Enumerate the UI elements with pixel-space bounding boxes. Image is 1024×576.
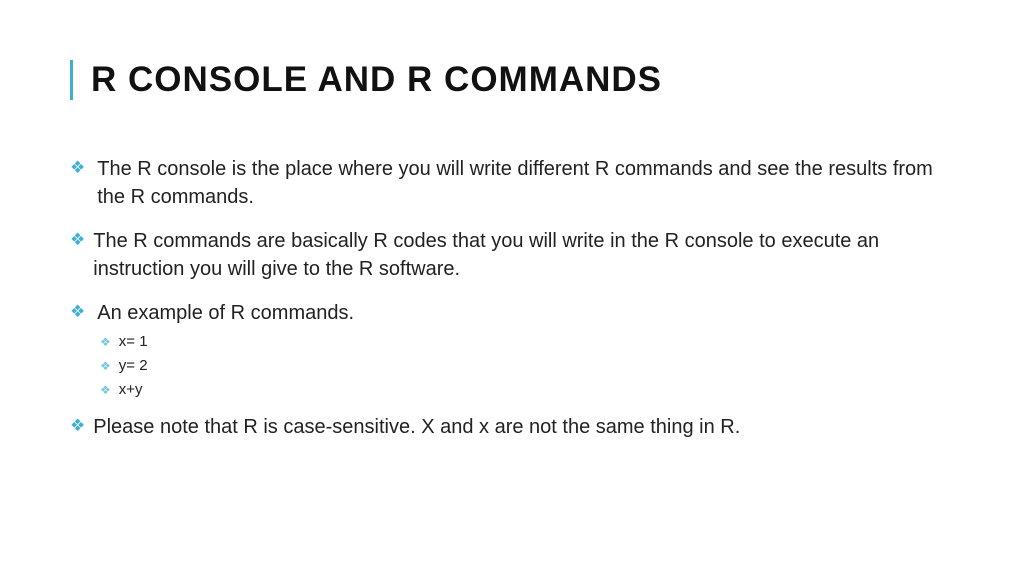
code-line: ❖ x+y — [100, 379, 954, 401]
code-line: ❖ x= 1 — [100, 331, 954, 353]
diamond-bullet-icon: ❖ — [100, 379, 111, 401]
slide: R CONSOLE AND R COMMANDS ❖ The R console… — [0, 0, 1024, 497]
slide-title: R CONSOLE AND R COMMANDS — [91, 60, 662, 100]
bullet-item: ❖ The R console is the place where you w… — [70, 155, 954, 211]
diamond-bullet-icon: ❖ — [70, 299, 85, 325]
code-text: x+y — [119, 379, 143, 400]
bullet-item: ❖ An example of R commands. — [70, 299, 954, 327]
bullet-text: An example of R commands. — [97, 299, 954, 327]
title-row: R CONSOLE AND R COMMANDS — [70, 60, 954, 100]
code-line: ❖ y= 2 — [100, 355, 954, 377]
diamond-bullet-icon: ❖ — [70, 413, 85, 439]
bullet-item: ❖ The R commands are basically R codes t… — [70, 227, 954, 283]
example-code-list: ❖ x= 1 ❖ y= 2 ❖ x+y — [100, 331, 954, 401]
diamond-bullet-icon: ❖ — [70, 227, 85, 253]
diamond-bullet-icon: ❖ — [100, 355, 111, 377]
slide-content: ❖ The R console is the place where you w… — [70, 155, 954, 441]
code-text: y= 2 — [119, 355, 148, 376]
code-text: x= 1 — [119, 331, 148, 352]
bullet-text: The R commands are basically R codes tha… — [93, 227, 954, 283]
bullet-text: Please note that R is case-sensitive. X … — [93, 413, 954, 441]
diamond-bullet-icon: ❖ — [70, 155, 85, 181]
bullet-item: ❖ Please note that R is case-sensitive. … — [70, 413, 954, 441]
title-accent-bar — [70, 60, 73, 100]
bullet-text: The R console is the place where you wil… — [97, 155, 954, 211]
diamond-bullet-icon: ❖ — [100, 331, 111, 353]
